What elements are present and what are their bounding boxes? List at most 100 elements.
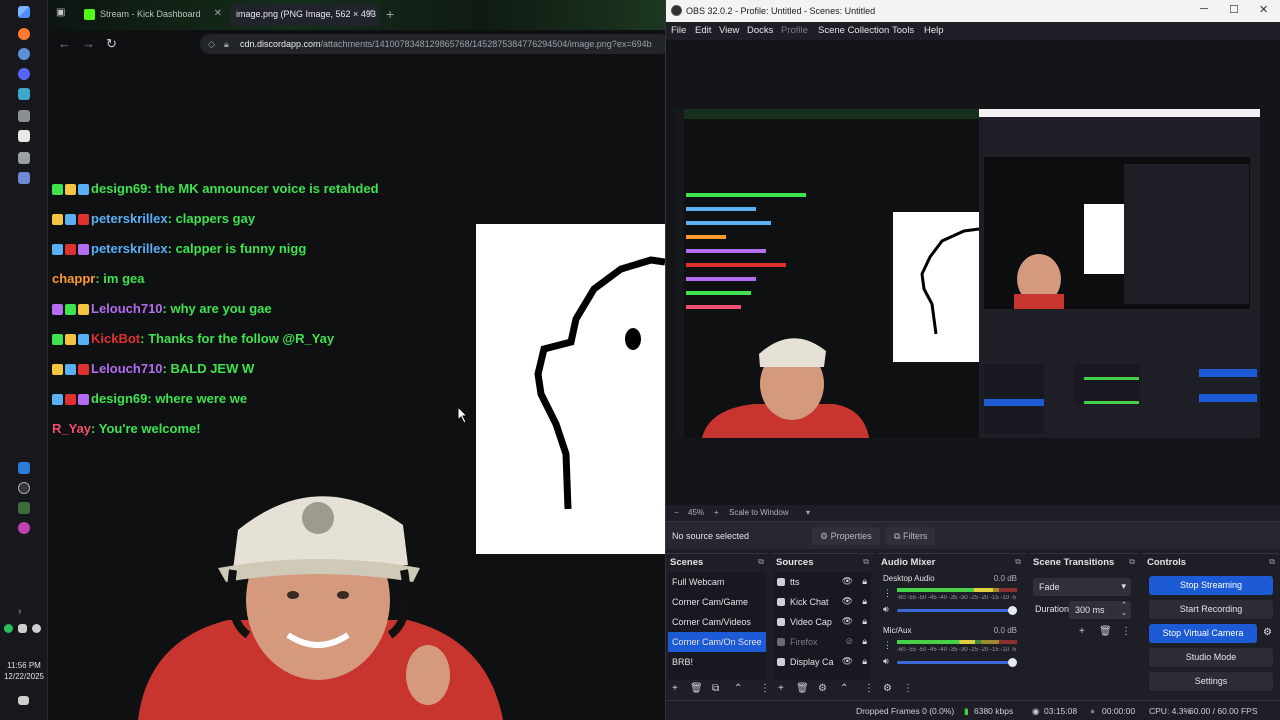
source-item[interactable]: Firefox ⊘ 🔒︎	[774, 632, 871, 652]
dock-popout-icon[interactable]: ⧉	[1129, 557, 1135, 567]
move-up-icon[interactable]: ⌃	[840, 683, 848, 694]
menu-file[interactable]: File	[671, 25, 686, 36]
visibility-icon[interactable]: 👁︎	[842, 576, 853, 587]
filter-icon[interactable]: ⧉	[712, 683, 719, 694]
forward-icon[interactable]: →	[82, 36, 95, 51]
address-bar[interactable]: ◇ 🔒︎ cdn.discordapp.com/attachments/1410…	[200, 34, 670, 54]
add-icon[interactable]: +	[778, 683, 784, 694]
volume-slider[interactable]	[897, 658, 1017, 667]
visibility-icon[interactable]: 👁︎	[842, 616, 853, 627]
stop-streaming-button[interactable]: Stop Streaming	[1149, 576, 1273, 595]
add-icon[interactable]: +	[1079, 626, 1085, 637]
visibility-icon[interactable]: 👁︎	[842, 656, 853, 667]
scene-item[interactable]: BRB!	[668, 652, 766, 672]
menu-edit[interactable]: Edit	[695, 25, 711, 36]
remove-icon[interactable]: 🗑︎	[796, 683, 809, 694]
source-item[interactable]: Kick Chat 👁︎ 🔒︎	[774, 592, 871, 612]
lock-icon[interactable]: 🔒︎	[862, 636, 867, 647]
source-item[interactable]: Display Ca 👁︎ 🔒︎	[774, 652, 871, 672]
chevron-right-icon[interactable]: ›	[18, 606, 30, 618]
visibility-icon[interactable]: 👁︎	[842, 596, 853, 607]
menu-profile[interactable]: Profile	[781, 25, 808, 36]
volume-icon[interactable]	[32, 624, 41, 633]
taskbar-clock[interactable]: 11:56 PM 12/22/2025	[2, 660, 46, 682]
tab-kick-dashboard[interactable]: Stream - Kick Dashboard ✕	[78, 4, 228, 26]
volume-slider[interactable]	[897, 606, 1017, 615]
properties-button[interactable]: ⚙ Properties	[812, 527, 880, 545]
slider-knob[interactable]	[1008, 606, 1017, 615]
shield-icon[interactable]: ◇	[208, 39, 215, 50]
settings-button[interactable]: Settings	[1149, 672, 1273, 691]
remove-icon[interactable]: 🗑︎	[690, 683, 703, 694]
more-icon[interactable]: ⋮	[883, 640, 892, 651]
tab-list-icon[interactable]: ▣	[56, 7, 65, 18]
minimize-icon[interactable]: ─	[1200, 3, 1208, 15]
calculator-icon[interactable]	[18, 110, 30, 122]
move-up-icon[interactable]: ⌃	[734, 683, 742, 694]
transition-select[interactable]: Fade ▾	[1033, 578, 1131, 596]
lock-icon[interactable]: 🔒︎	[862, 576, 867, 587]
close-icon[interactable]: ✕	[1259, 3, 1268, 16]
lock-icon[interactable]: 🔒︎	[862, 656, 867, 667]
speaker-icon[interactable]: 🔊︎	[883, 656, 889, 667]
menu-scene-collection[interactable]: Scene Collection	[818, 25, 889, 36]
back-icon[interactable]: ←	[58, 36, 71, 51]
zoom-mode[interactable]: Scale to Window	[729, 508, 789, 517]
lock-icon[interactable]: 🔒︎	[224, 39, 229, 50]
more-icon[interactable]: ⋮	[864, 683, 874, 694]
close-tab-icon[interactable]: ✕	[214, 8, 222, 19]
app-icon[interactable]	[18, 172, 30, 184]
stop-virtual-camera-button[interactable]: Stop Virtual Camera	[1149, 624, 1257, 643]
app-icon[interactable]	[18, 502, 30, 514]
duration-input[interactable]: 300 ms ⌃ ⌄	[1069, 601, 1131, 619]
zoom-out-icon[interactable]: −	[674, 508, 679, 517]
source-item[interactable]: Video Cap 👁︎ 🔒︎	[774, 612, 871, 632]
lock-icon[interactable]: 🔒︎	[862, 596, 867, 607]
menu-docks[interactable]: Docks	[747, 25, 773, 36]
windows-start-icon[interactable]	[18, 6, 30, 18]
tab-image[interactable]: image.png (PNG Image, 562 × 493 ✕	[230, 4, 380, 26]
dock-popout-icon[interactable]: ⧉	[1269, 557, 1275, 567]
reload-icon[interactable]: ↻	[106, 36, 117, 52]
notification-icon[interactable]	[18, 696, 29, 705]
source-item[interactable]: tts 👁︎ 🔒︎	[774, 572, 871, 592]
scene-item[interactable]: Corner Cam/Videos	[668, 612, 766, 632]
menu-view[interactable]: View	[719, 25, 739, 36]
scene-item-selected[interactable]: Corner Cam/On Scree	[668, 632, 766, 652]
gear-icon[interactable]: ⚙	[818, 683, 827, 694]
filters-button[interactable]: ⧉ Filters	[886, 527, 936, 545]
lock-icon[interactable]: 🔒︎	[862, 616, 867, 627]
firefox-icon[interactable]	[18, 28, 30, 40]
steam-icon[interactable]	[18, 48, 30, 60]
menu-tools[interactable]: Tools	[892, 25, 914, 36]
more-icon[interactable]: ⋮	[760, 683, 770, 694]
maximize-icon[interactable]: ☐	[1229, 3, 1239, 16]
add-icon[interactable]: +	[672, 683, 678, 694]
close-tab-icon[interactable]: ✕	[366, 8, 374, 19]
studio-mode-button[interactable]: Studio Mode	[1149, 648, 1273, 667]
remove-icon[interactable]: 🗑︎	[1099, 626, 1112, 637]
file-icon[interactable]	[18, 130, 30, 142]
new-tab-icon[interactable]: +	[386, 6, 394, 22]
dock-popout-icon[interactable]: ⧉	[758, 557, 764, 567]
spin-icon[interactable]: ⌃ ⌄	[1121, 602, 1127, 618]
tray-icon[interactable]	[4, 624, 13, 633]
app-icon[interactable]	[18, 522, 30, 534]
obs-icon[interactable]	[18, 482, 30, 494]
dock-popout-icon[interactable]: ⧉	[863, 557, 869, 567]
start-recording-button[interactable]: Start Recording	[1149, 600, 1273, 619]
discord-icon[interactable]	[18, 68, 30, 80]
gamepad-icon[interactable]	[18, 152, 30, 164]
menu-help[interactable]: Help	[924, 25, 944, 36]
speaker-icon[interactable]: 🔊︎	[883, 604, 889, 615]
zoom-dropdown-icon[interactable]: ▾	[806, 508, 810, 517]
more-icon[interactable]: ⋮	[883, 588, 892, 599]
slider-knob[interactable]	[1008, 658, 1017, 667]
wifi-icon[interactable]	[18, 624, 27, 633]
more-icon[interactable]: ⋮	[1121, 626, 1131, 637]
obs-preview[interactable]	[666, 40, 1280, 505]
scene-item[interactable]: Corner Cam/Game	[668, 592, 766, 612]
app-icon[interactable]	[18, 462, 30, 474]
zoom-in-icon[interactable]: +	[714, 508, 719, 517]
scene-item[interactable]: Full Webcam	[668, 572, 766, 592]
